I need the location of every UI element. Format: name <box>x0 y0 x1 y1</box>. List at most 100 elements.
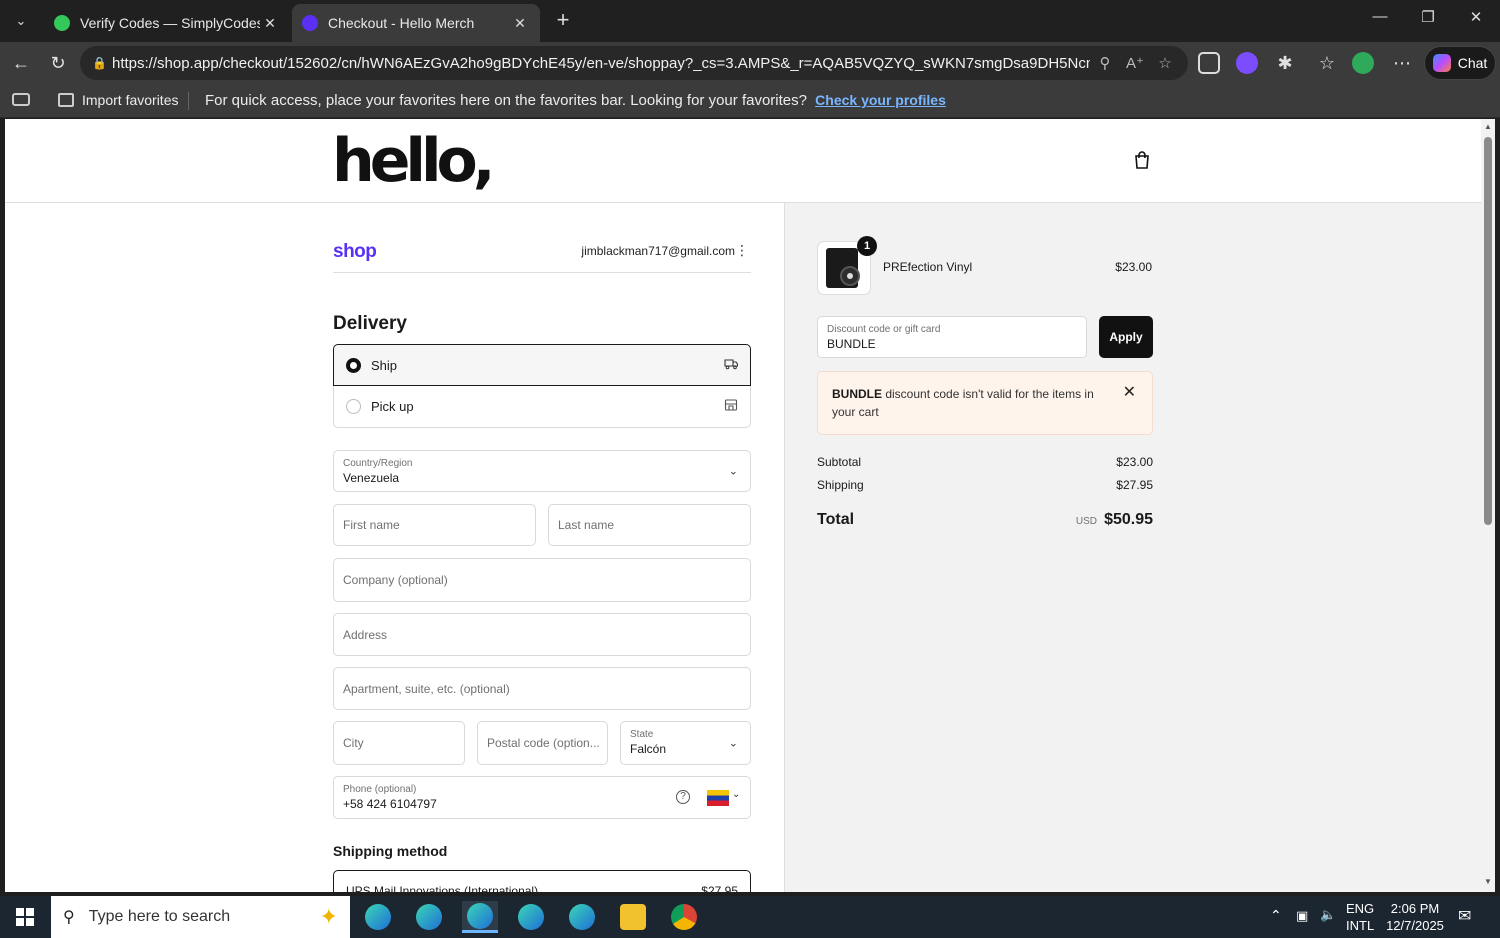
sidebar-icon[interactable] <box>12 93 30 106</box>
input-language[interactable]: ENG INTL <box>1346 900 1374 934</box>
shop-favicon-icon <box>302 15 318 31</box>
company-field[interactable]: Company (optional) <box>333 558 751 602</box>
shipping-option[interactable]: UPS Mail Innovations (International) $27… <box>333 870 751 892</box>
discount-error-text: BUNDLE discount code isn't valid for the… <box>832 385 1102 421</box>
subtotal-value: $23.00 <box>1116 455 1153 469</box>
discount-code-input[interactable]: Discount code or gift card BUNDLE <box>817 316 1087 358</box>
help-icon[interactable]: ? <box>676 790 690 804</box>
address-bar[interactable]: 🔒 https://shop.app/checkout/152602/cn/hW… <box>80 46 1188 80</box>
notifications-icon[interactable]: ✉ <box>1458 906 1471 926</box>
close-icon[interactable]: ✕ <box>1123 384 1136 402</box>
keyboard-layout: INTL <box>1346 918 1375 933</box>
favorites-message: For quick access, place your favorites h… <box>205 92 946 109</box>
page-scrollbar[interactable]: ▲ ▼ <box>1481 119 1495 892</box>
product-name: PREfection Vinyl <box>883 260 973 274</box>
import-icon <box>58 93 74 107</box>
system-clock[interactable]: 2:06 PM 12/7/2025 <box>1380 900 1450 934</box>
address-field[interactable]: Address <box>333 613 751 656</box>
discount-value: BUNDLE <box>827 337 876 351</box>
edge-app-icon[interactable] <box>513 901 549 933</box>
restore-icon[interactable]: ❐ <box>1408 8 1448 26</box>
extension-icon[interactable] <box>1198 52 1220 74</box>
pickup-radio[interactable] <box>346 399 361 414</box>
zoom-icon[interactable]: ⚲ <box>1090 54 1120 72</box>
edge-app-icon[interactable] <box>411 901 447 933</box>
import-favorites-label: Import favorites <box>82 92 179 108</box>
tab-actions-menu-icon[interactable]: ⌄ <box>6 6 36 36</box>
extension-icon[interactable] <box>1236 52 1258 74</box>
edge-app-icon[interactable] <box>564 901 600 933</box>
favorites-icon[interactable]: ☆ <box>1315 51 1339 75</box>
minimize-icon[interactable]: — <box>1360 8 1400 25</box>
total-value: $50.95 <box>1104 511 1153 528</box>
check-profiles-link[interactable]: Check your profiles <box>815 92 946 108</box>
hello-logo[interactable]: hello, <box>332 129 496 193</box>
windows-start-icon[interactable] <box>16 908 34 926</box>
refresh-icon[interactable]: ↻ <box>46 51 70 75</box>
chrome-app-icon[interactable] <box>666 901 702 933</box>
tray-chevron-up-icon[interactable]: ⌃ <box>1270 907 1282 924</box>
favorite-star-icon[interactable]: ☆ <box>1150 54 1180 72</box>
import-favorites-button[interactable]: Import favorites <box>58 92 178 108</box>
extensions-puzzle-icon[interactable]: ✱ <box>1273 51 1297 75</box>
new-tab-icon[interactable]: + <box>550 8 576 34</box>
shopping-bag-icon[interactable] <box>1134 151 1150 169</box>
clock-date: 12/7/2025 <box>1386 918 1444 933</box>
company-placeholder: Company (optional) <box>343 573 448 587</box>
discount-label: Discount code or gift card <box>827 324 941 335</box>
close-tab-icon[interactable]: ✕ <box>510 15 530 32</box>
edge-app-icon[interactable] <box>462 901 498 933</box>
phone-field[interactable]: Phone (optional) +58 424 6104797 ? ⌄ <box>333 776 751 819</box>
clock-time: 2:06 PM <box>1390 901 1440 916</box>
windows-taskbar: ⚲ Type here to search ✦ ⌃ ▣ 🔈 ENG INTL 2… <box>0 896 1500 938</box>
profile-avatar[interactable] <box>1352 52 1374 74</box>
more-menu-icon[interactable]: ⋯ <box>1390 51 1414 75</box>
delivery-heading: Delivery <box>333 313 407 334</box>
close-window-icon[interactable]: ✕ <box>1456 8 1496 26</box>
venezuela-flag-icon[interactable] <box>707 790 729 806</box>
language-code: ENG <box>1346 901 1375 916</box>
apply-discount-button[interactable]: Apply <box>1099 316 1153 358</box>
taskbar-search[interactable]: ⚲ Type here to search ✦ <box>51 896 350 938</box>
city-placeholder: City <box>343 736 364 750</box>
state-value: Falcón <box>630 742 667 756</box>
currency-code: USD <box>1075 516 1097 527</box>
checkout-page: hello, shop jimblackman717@gmail.com ⋮ D… <box>5 119 1481 892</box>
city-field[interactable]: City <box>333 721 465 765</box>
network-icon[interactable]: ▣ <box>1296 908 1308 924</box>
account-email: jimblackman717@gmail.com <box>581 244 735 258</box>
account-menu-icon[interactable]: ⋮ <box>735 243 749 257</box>
checkout-form: shop jimblackman717@gmail.com ⋮ Delivery… <box>5 203 784 892</box>
shipping-row: Shipping $27.95 <box>817 478 1153 492</box>
tab-checkout[interactable]: Checkout - Hello Merch ✕ <box>292 4 540 42</box>
address-placeholder: Address <box>343 627 388 642</box>
country-select[interactable]: Country/Region Venezuela ⌄ <box>333 450 751 492</box>
copilot-chat-button[interactable]: Chat <box>1424 46 1496 80</box>
first-name-field[interactable]: First name <box>333 504 536 546</box>
edge-app-icon[interactable] <box>360 901 396 933</box>
state-select[interactable]: State Falcón ⌄ <box>620 721 751 765</box>
vinyl-record-image <box>826 248 860 288</box>
shipping-label: Shipping <box>817 478 864 492</box>
delivery-option-pickup[interactable]: Pick up <box>333 386 751 428</box>
delivery-option-ship[interactable]: Ship <box>333 344 751 386</box>
apartment-field[interactable]: Apartment, suite, etc. (optional) <box>333 667 751 710</box>
ship-radio[interactable] <box>346 357 361 373</box>
scroll-down-icon[interactable]: ▼ <box>1483 877 1493 886</box>
close-tab-icon[interactable]: ✕ <box>260 15 280 32</box>
scroll-up-icon[interactable]: ▲ <box>1483 122 1493 131</box>
chevron-down-icon[interactable]: ⌄ <box>732 789 740 800</box>
subtotal-row: Subtotal $23.00 <box>817 455 1153 469</box>
total-label: Total <box>817 511 855 528</box>
read-aloud-icon[interactable]: A⁺ <box>1120 54 1150 72</box>
truck-icon <box>724 359 738 370</box>
file-explorer-icon[interactable] <box>615 901 651 933</box>
tab-simplycodes[interactable]: Verify Codes — SimplyCodes ✕ <box>44 4 290 42</box>
last-name-field[interactable]: Last name <box>548 504 751 546</box>
volume-icon[interactable]: 🔈 <box>1320 907 1336 923</box>
back-icon[interactable]: ← <box>9 51 33 75</box>
sparkle-icon: ✦ <box>319 904 338 929</box>
postal-code-field[interactable]: Postal code (option... <box>477 721 608 765</box>
pickup-label: Pick up <box>371 399 414 414</box>
scrollbar-thumb[interactable] <box>1484 137 1492 525</box>
